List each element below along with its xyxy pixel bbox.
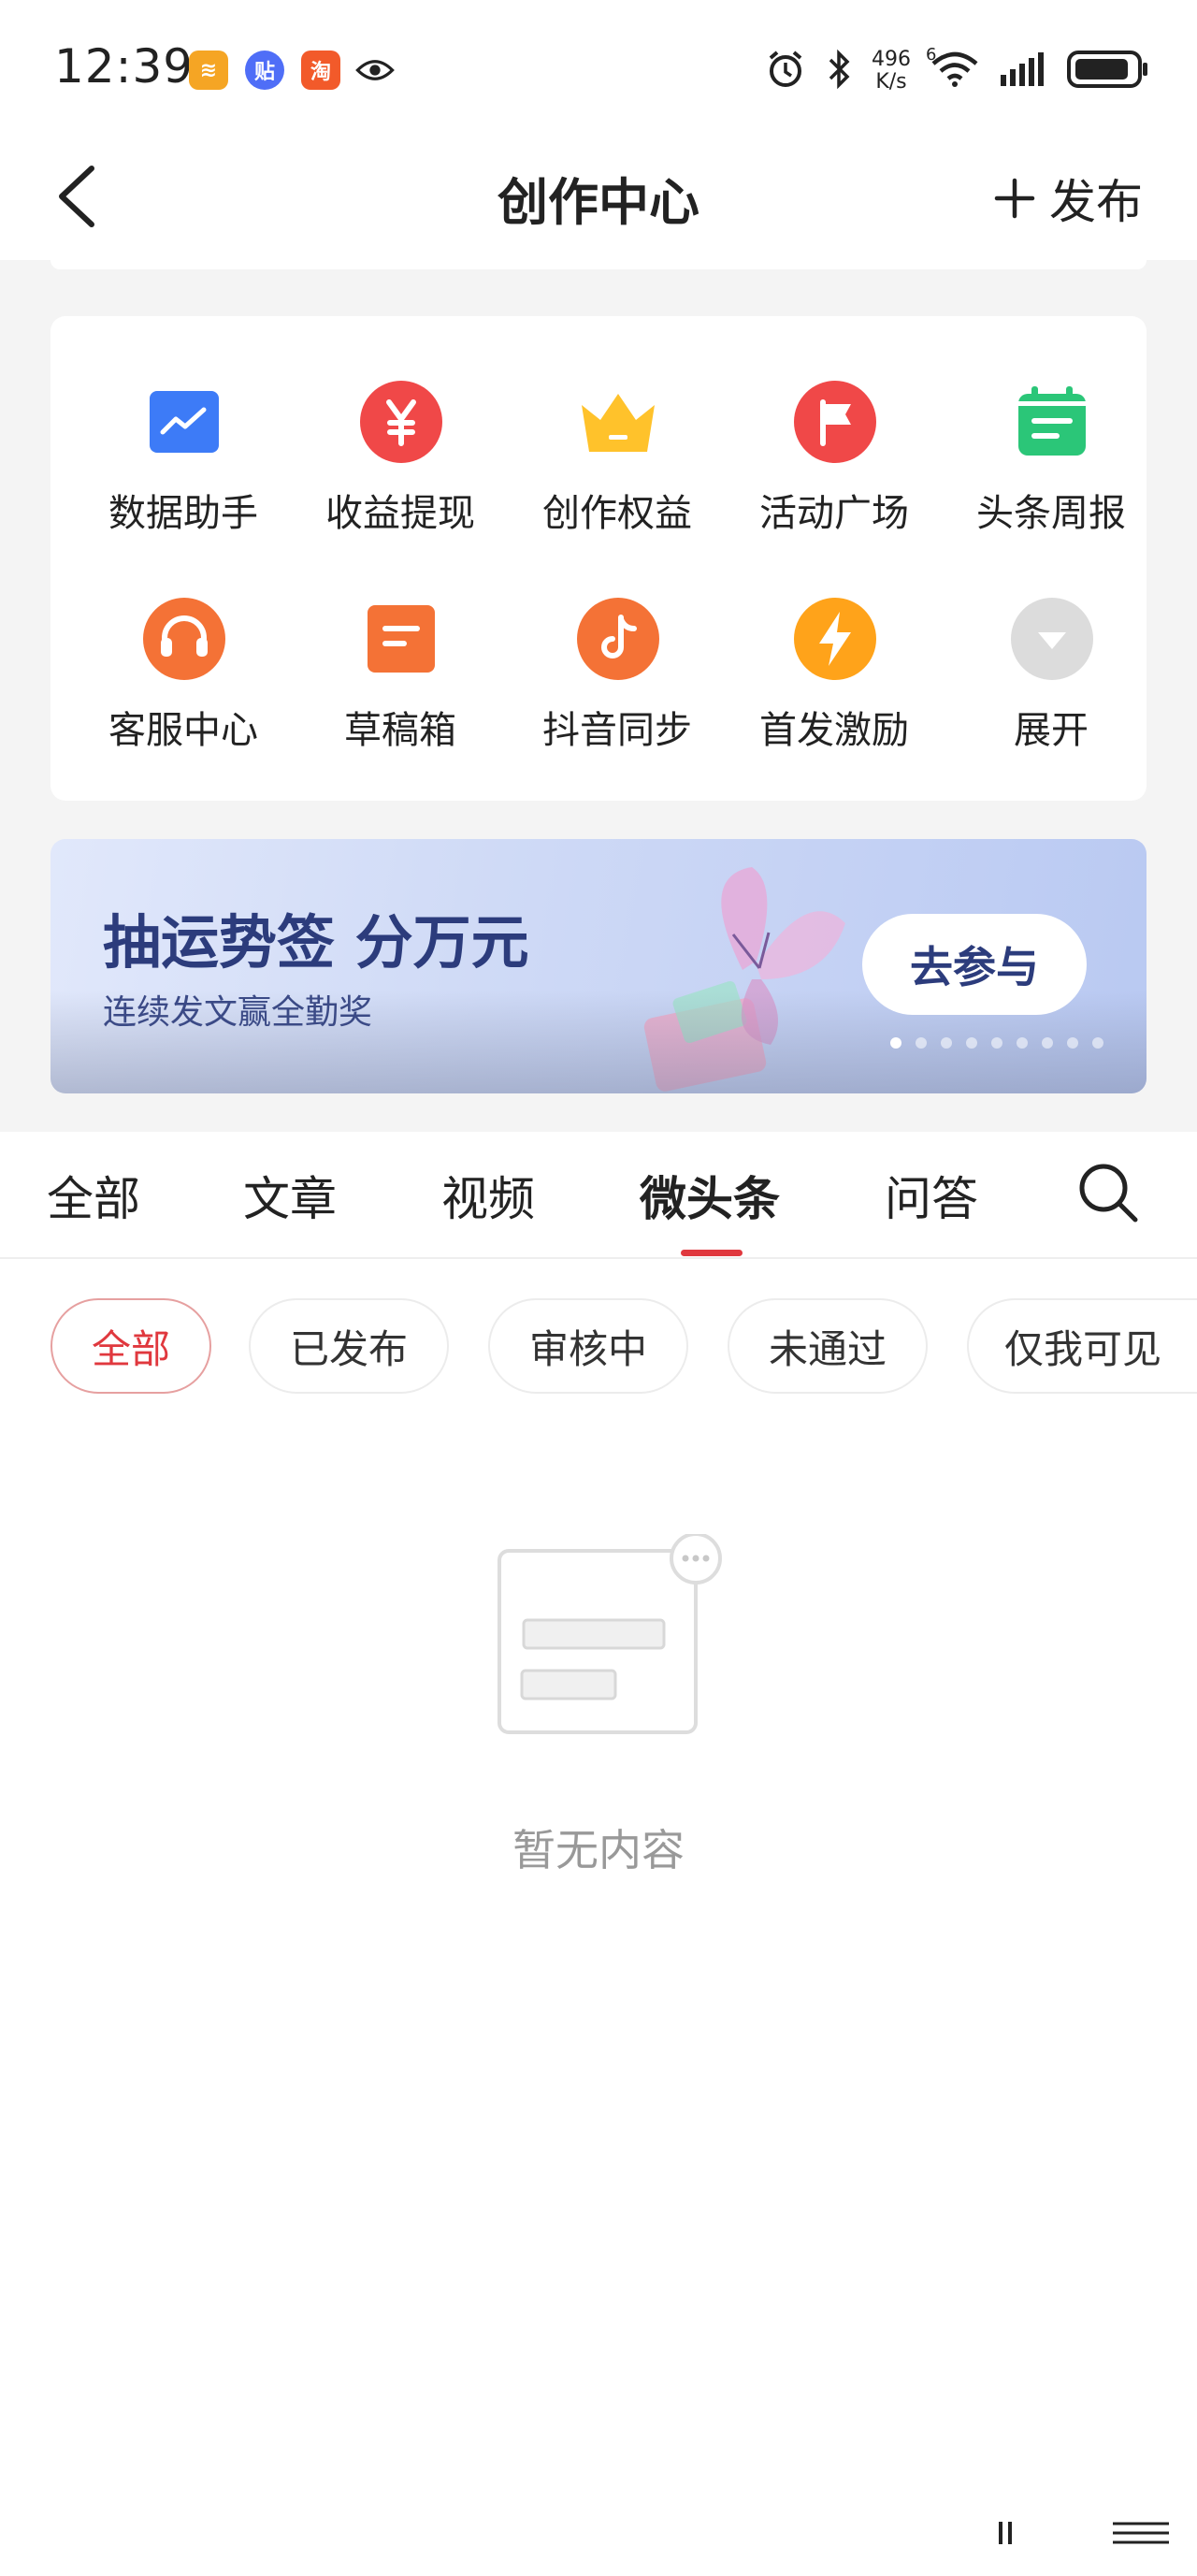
tool-earnings[interactable]: 收益提现 (292, 380, 509, 567)
banner-dot (890, 1037, 901, 1049)
banner-dot (916, 1037, 927, 1049)
tool-expand[interactable]: 展开 (943, 597, 1160, 784)
battery-icon (1066, 49, 1150, 94)
join-button[interactable]: 去参与 (862, 914, 1087, 1015)
banner-dot (1042, 1037, 1053, 1049)
search-icon (1079, 1164, 1138, 1223)
calendar-icon (1010, 380, 1094, 464)
nav-bar: 创作中心 发布 (0, 140, 1197, 260)
empty-state-icon (496, 1532, 729, 1740)
banner-subtitle: 连续发文赢全勤奖 (103, 993, 373, 1032)
crown-icon (576, 380, 660, 464)
eye-icon (355, 51, 395, 90)
tool-weekly-report[interactable]: 头条周报 (943, 380, 1160, 567)
filter-rejected[interactable]: 未通过 (728, 1298, 928, 1394)
douyin-icon (576, 597, 660, 681)
promo-banner[interactable]: 抽运势签 分万元 连续发文赢全勤奖 去参与 (50, 839, 1147, 1093)
filter-all[interactable]: 全部 (50, 1298, 211, 1394)
draft-icon (359, 597, 443, 681)
status-bar: 12:39 ≋ 贴 淘 496 K/s 6 (0, 0, 1197, 140)
banner-dot (991, 1037, 1002, 1049)
taobao-app-icon: 淘 (301, 51, 340, 90)
lightning-icon (793, 597, 877, 681)
yuan-icon (359, 380, 443, 464)
signal-icon (999, 51, 1047, 92)
publish-label: 发布 (1049, 175, 1143, 229)
empty-state-message: 暂无内容 (512, 1825, 685, 1875)
tieba-app-icon: 贴 (245, 51, 284, 90)
wifi-icon: 6 (926, 45, 980, 92)
pinduoduo-app-icon: ≋ (189, 51, 228, 90)
banner-dot (1067, 1037, 1078, 1049)
tab-articles[interactable]: 文章 (243, 1162, 337, 1229)
chart-icon (142, 380, 226, 464)
publish-button[interactable]: 发布 (993, 165, 1143, 232)
bluetooth-icon (825, 49, 853, 94)
filter-only-me[interactable]: 仅我可见 (967, 1298, 1197, 1394)
tool-data-assistant[interactable]: 数据助手 (75, 380, 292, 567)
tool-drafts[interactable]: 草稿箱 (292, 597, 509, 784)
network-speed: 496 K/s (872, 48, 911, 94)
flag-icon (793, 380, 877, 464)
tool-rights[interactable]: 创作权益 (509, 380, 726, 567)
banner-dot (1017, 1037, 1028, 1049)
banner-pagination (890, 1037, 1103, 1049)
tab-videos[interactable]: 视频 (441, 1162, 535, 1229)
tool-customer-service[interactable]: 客服中心 (75, 597, 292, 784)
alarm-icon (765, 49, 806, 94)
search-button[interactable] (1075, 1160, 1141, 1225)
tab-all[interactable]: 全部 (47, 1162, 140, 1229)
tool-first-publish-reward[interactable]: 首发激励 (726, 597, 943, 784)
top-card-edge (50, 260, 1147, 269)
content-tabs: 全部 文章 视频 微头条 问答 (0, 1132, 1197, 1259)
chevron-down-icon (1010, 597, 1094, 681)
tab-qa[interactable]: 问答 (885, 1162, 978, 1229)
tab-micro-headlines[interactable]: 微头条 (640, 1162, 780, 1229)
banner-dot (1092, 1037, 1103, 1049)
status-right: 496 K/s 6 (765, 43, 1150, 99)
headset-icon (142, 597, 226, 681)
active-tab-indicator (681, 1250, 743, 1256)
tool-douyin-sync[interactable]: 抖音同步 (509, 597, 726, 784)
banner-dot (966, 1037, 977, 1049)
plus-icon (994, 178, 1035, 219)
banner-dot (941, 1037, 952, 1049)
menu-lines-icon (982, 2516, 1169, 2554)
banner-title: 抽运势签 分万元 (103, 908, 529, 977)
filter-under-review[interactable]: 审核中 (488, 1298, 688, 1394)
filter-published[interactable]: 已发布 (249, 1298, 449, 1394)
status-time: 12:39 (54, 39, 195, 94)
tool-grid: 数据助手 收益提现 创作权益 活动广场 头条周报 客服中心 草稿箱 抖音同步 首… (50, 316, 1147, 801)
tool-activity-plaza[interactable]: 活动广场 (726, 380, 943, 567)
